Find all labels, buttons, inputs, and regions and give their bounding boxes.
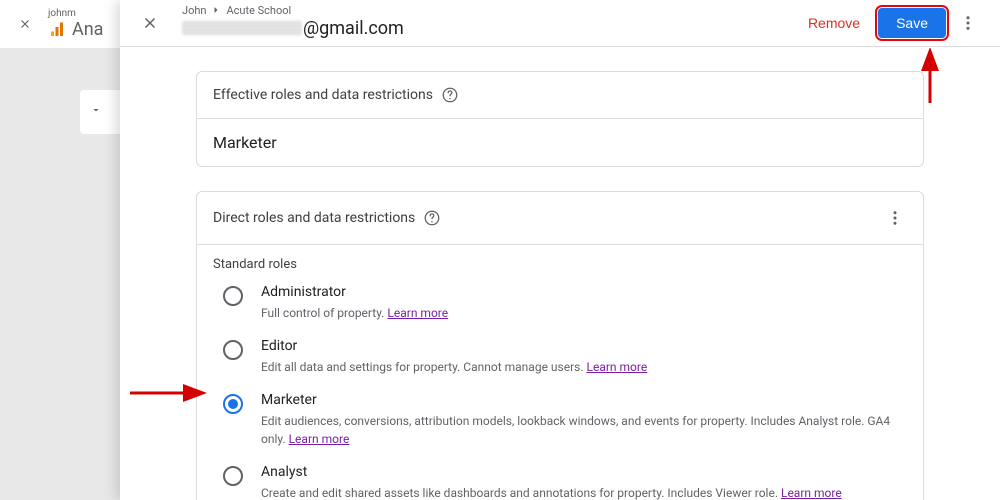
close-panel-button[interactable]: [138, 11, 162, 35]
effective-roles-card: Effective roles and data restrictions Ma…: [196, 71, 924, 167]
radio-editor[interactable]: [223, 340, 243, 360]
chevron-right-icon: [210, 4, 222, 16]
user-email: @gmail.com: [182, 18, 798, 39]
learn-more-link[interactable]: Learn more: [387, 306, 448, 320]
learn-more-link[interactable]: Learn more: [781, 486, 842, 500]
radio-administrator[interactable]: [223, 286, 243, 306]
remove-button[interactable]: Remove: [798, 9, 870, 37]
help-icon[interactable]: [423, 209, 441, 227]
role-desc: Edit audiences, conversions, attribution…: [261, 412, 907, 448]
breadcrumb: John Acute School: [182, 4, 798, 17]
learn-more-link[interactable]: Learn more: [587, 360, 648, 374]
role-title: Administrator: [261, 284, 907, 300]
help-icon[interactable]: [441, 86, 459, 104]
learn-more-link[interactable]: Learn more: [289, 432, 350, 446]
bg-owner: johnm: [48, 8, 103, 19]
role-title: Marketer: [261, 392, 907, 408]
standard-roles-label: Standard roles: [197, 245, 923, 276]
user-permissions-panel: John Acute School @gmail.com Remove Save…: [120, 0, 1000, 500]
role-desc: Full control of property. Learn more: [261, 304, 907, 322]
direct-roles-header: Direct roles and data restrictions: [197, 192, 923, 245]
role-row-analyst[interactable]: Analyst Create and edit shared assets li…: [197, 456, 923, 500]
save-button[interactable]: Save: [878, 8, 946, 38]
role-title: Editor: [261, 338, 907, 354]
effective-role-value: Marketer: [197, 119, 923, 166]
radio-analyst[interactable]: [223, 466, 243, 486]
email-suffix: @gmail.com: [303, 18, 404, 39]
background-app: johnm Ana: [0, 0, 120, 500]
direct-roles-more-icon[interactable]: [883, 206, 907, 230]
analytics-logo-icon: [48, 21, 66, 39]
role-title: Analyst: [261, 464, 907, 480]
effective-roles-title: Effective roles and data restrictions: [213, 87, 433, 103]
chevron-down-icon[interactable]: [90, 104, 102, 120]
role-row-editor[interactable]: Editor Edit all data and settings for pr…: [197, 330, 923, 384]
effective-roles-header: Effective roles and data restrictions: [197, 72, 923, 119]
close-icon[interactable]: [18, 17, 32, 31]
direct-roles-card: Direct roles and data restrictions Stand…: [196, 191, 924, 500]
role-desc: Create and edit shared assets like dashb…: [261, 484, 907, 500]
brand-text: Ana: [72, 19, 103, 40]
panel-body: Effective roles and data restrictions Ma…: [120, 47, 1000, 500]
redacted-email-prefix: [182, 21, 302, 35]
background-card-edge: [80, 90, 120, 134]
direct-roles-title: Direct roles and data restrictions: [213, 210, 415, 226]
role-row-marketer[interactable]: Marketer Edit audiences, conversions, at…: [197, 384, 923, 456]
role-desc: Edit all data and settings for property.…: [261, 358, 907, 376]
panel-header: John Acute School @gmail.com Remove Save: [120, 0, 1000, 47]
breadcrumb-item[interactable]: Acute School: [226, 4, 291, 17]
more-options-button[interactable]: [956, 11, 980, 35]
radio-marketer[interactable]: [223, 394, 243, 414]
brand-area: johnm Ana: [48, 8, 103, 40]
role-row-administrator[interactable]: Administrator Full control of property. …: [197, 276, 923, 330]
background-body: [0, 48, 120, 134]
background-topbar: johnm Ana: [0, 0, 120, 48]
breadcrumb-item[interactable]: John: [182, 4, 206, 17]
